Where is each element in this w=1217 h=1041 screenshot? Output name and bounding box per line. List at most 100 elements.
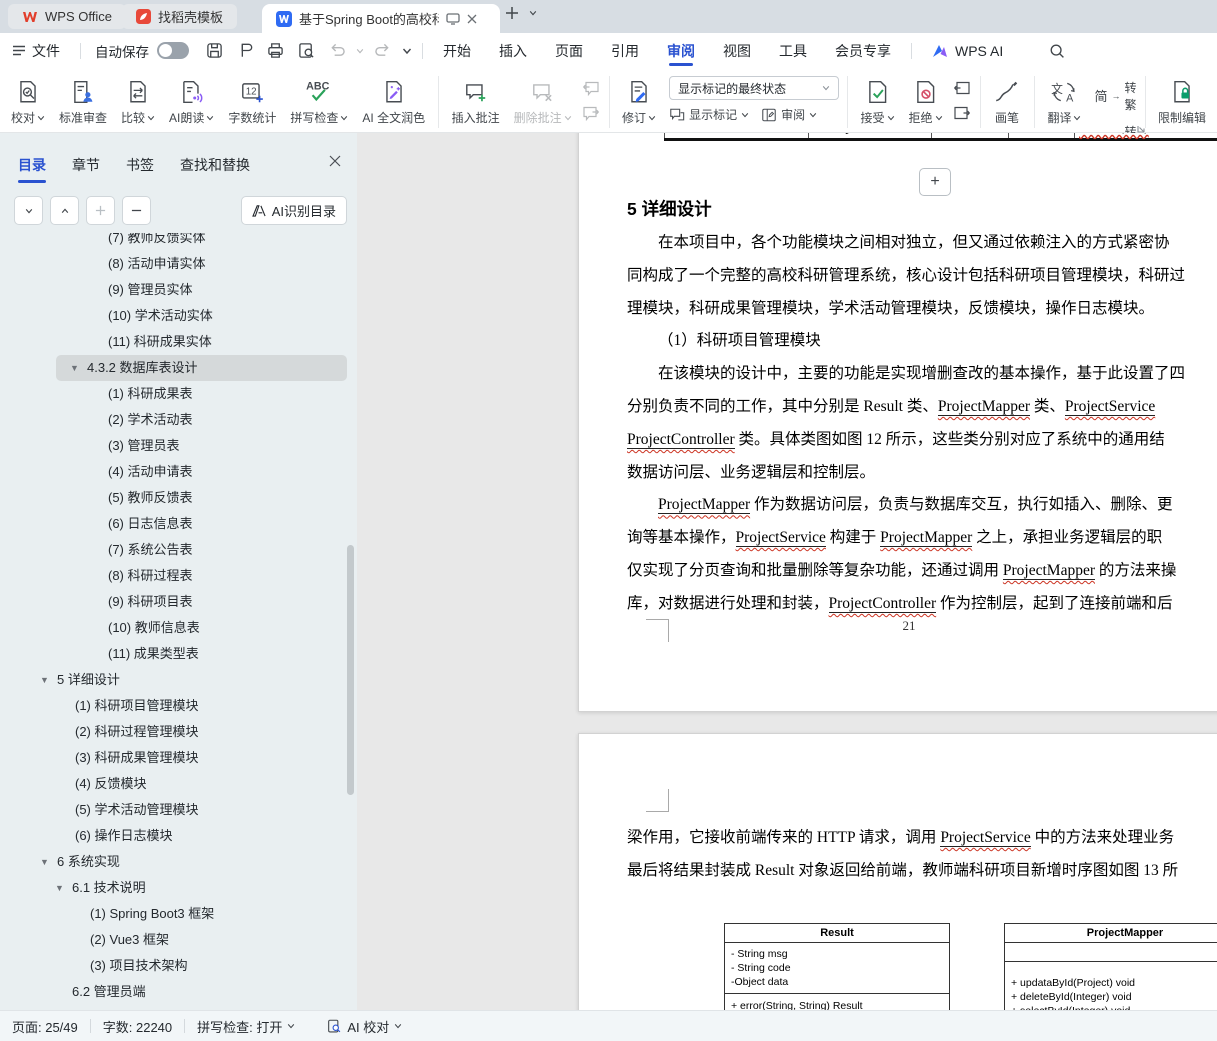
toc-item[interactable]: (5) 学术活动管理模块 [0,797,357,823]
table-cell[interactable]: 类型描述 [664,133,808,138]
tab-wps-home[interactable]: WPS Office [8,4,126,29]
toc-expand-arrow-icon[interactable]: ▼ [70,355,87,381]
spellcheck-status[interactable]: 拼写检查: 打开 [185,1017,307,1036]
menu-item[interactable]: 开始 [429,33,485,68]
toc-item[interactable]: (2) Vue3 框架 [0,927,357,953]
toc-item[interactable]: (9) 科研项目表 [0,589,357,615]
tab-docer[interactable]: 找稻壳模板 [122,4,237,29]
sidebar-tab[interactable]: 目录 [18,155,46,183]
close-tab-icon[interactable] [467,14,477,24]
toc-item[interactable]: (3) 科研成果管理模块 [0,745,357,771]
export-pdf-button[interactable] [230,42,260,59]
tab-list-chevron-icon[interactable] [529,9,537,17]
toc-item[interactable]: (4) 活动申请表 [0,459,357,485]
menu-item[interactable]: 页面 [541,33,597,68]
menu-item[interactable]: 工具 [765,33,821,68]
word-count-button[interactable]: 12 字数统计 [223,76,281,128]
to-traditional-button[interactable]: 简→ 转繁 [1094,79,1136,113]
new-tab-icon[interactable] [505,6,519,20]
markup-state-select[interactable]: 显示标记的最终状态 [669,76,839,100]
table-cell[interactable] [931,133,1008,138]
reject-button[interactable]: 拒绝 [904,76,948,128]
sidebar-scrollbar-thumb[interactable] [347,545,354,795]
table-add-row-button[interactable]: + [919,168,951,196]
toc-item[interactable]: (7) 系统公告表 [0,537,357,563]
tab-document[interactable]: 基于Spring Boot的高校科研 [262,4,500,33]
toc-item[interactable]: (2) 科研过程管理模块 [0,719,357,745]
toc-item[interactable]: ▼ 5 详细设计 [0,667,357,693]
sidebar-tab[interactable]: 章节 [72,155,100,183]
file-menu[interactable]: 文件 [0,33,74,68]
table-cell[interactable] [1008,133,1074,138]
toc-expand-arrow-icon[interactable]: ▼ [40,667,57,693]
translate-button[interactable]: 文A 翻译 [1042,76,1086,128]
toc-item[interactable]: (3) 项目技术架构 [0,953,357,979]
table-cell[interactable]: description [808,133,931,138]
toc-item[interactable]: (11) 成果类型表 [0,641,357,667]
collapse-all-button[interactable] [14,196,43,225]
proofread-button[interactable]: 校对 [6,76,50,128]
toc-item[interactable]: (8) 活动申请实体 [0,251,357,277]
document-page-2[interactable]: 梁作用，它接收前端传来的 HTTP 请求，调用 ProjectService 中… [578,733,1217,1010]
toc-item[interactable]: (9) 管理员实体 [0,277,357,303]
zoom-in-toc-button[interactable] [86,196,115,225]
sidebar-tab[interactable]: 书签 [126,155,154,183]
table-cell[interactable]: varchar(255) [1074,133,1217,138]
search-button[interactable] [1035,33,1079,68]
sidebar-close-icon[interactable] [329,155,341,167]
document-page-1[interactable]: 类型描述descriptionvarchar(255) + 5 详细设计 在本项… [578,133,1217,712]
toc-item[interactable]: (10) 教师信息表 [0,615,357,641]
toc-item[interactable]: (2) 学术活动表 [0,407,357,433]
toc-item[interactable]: 6.2 管理员端 [0,979,357,1005]
redo-button[interactable] [367,43,398,58]
show-markup-button[interactable]: 显示标记 [669,106,749,123]
menu-item[interactable]: 引用 [597,33,653,68]
toc-expand-arrow-icon[interactable]: ▼ [40,849,57,875]
expand-all-button[interactable] [50,196,79,225]
menu-item[interactable]: 审阅 [653,33,709,68]
toc-item[interactable]: (11) 科研成果实体 [0,329,357,355]
toc-item[interactable]: (10) 学术活动实体 [0,303,357,329]
sidebar-tab[interactable]: 查找和替换 [180,155,250,183]
ink-brush-button[interactable]: 画笔 [988,76,1026,128]
ai-polish-button[interactable]: AI 全文润色 [357,76,430,128]
compare-button[interactable]: 比较 [116,76,160,128]
undo-history-chevron-icon[interactable] [353,47,367,55]
zoom-out-toc-button[interactable] [122,196,151,225]
toc-item[interactable]: (5) 教师反馈表 [0,485,357,511]
review-pane-button[interactable]: 审阅 [761,106,817,123]
ai-read-aloud-button[interactable]: AI朗读 [164,76,219,128]
ai-recognize-toc-button[interactable]: AI识别目录 [241,196,347,225]
spell-check-button[interactable]: ABC 拼写检查 [285,76,353,128]
toc-item[interactable]: (6) 日志信息表 [0,511,357,537]
menu-item[interactable]: 会员专享 [821,33,905,68]
undo-button[interactable] [322,43,353,58]
next-comment-button[interactable] [581,103,601,123]
accept-button[interactable]: 接受 [856,76,900,128]
previous-comment-button[interactable] [581,78,601,98]
track-changes-button[interactable]: 修订 [617,76,661,128]
toc-item[interactable]: (1) 科研成果表 [0,381,357,407]
word-count-indicator[interactable]: 字数: 22240 [91,1017,184,1036]
autosave-toggle[interactable] [157,42,189,59]
standard-review-button[interactable]: 标准审查 [54,76,112,128]
toc-item[interactable]: ▼ 6.1 技术说明 [0,875,357,901]
save-button[interactable] [199,42,230,59]
menu-item[interactable]: 视图 [709,33,765,68]
restrict-editing-button[interactable]: 限制编辑 [1153,76,1211,128]
toc-expand-arrow-icon[interactable]: ▼ [55,875,72,901]
toc-item[interactable]: (7) 教师反馈实体 [0,233,357,251]
print-preview-button[interactable] [291,42,322,59]
toc-item[interactable]: (3) 管理员表 [0,433,357,459]
toc-item[interactable]: (1) Spring Boot3 框架 [0,901,357,927]
print-button[interactable] [260,42,291,59]
toc-item[interactable]: (1) 科研项目管理模块 [0,693,357,719]
toc-item[interactable]: ▼ 4.3.2 数据库表设计 [56,355,347,381]
ai-proofread-status[interactable]: AI 校对 [315,1017,414,1036]
insert-comment-button[interactable]: 插入批注 [447,76,505,128]
toolbar-more-chevron-icon[interactable] [398,46,416,56]
toc-item[interactable]: (8) 科研过程表 [0,563,357,589]
menu-item[interactable]: 插入 [485,33,541,68]
toc-item[interactable]: ▼ 6 系统实现 [0,849,357,875]
delete-comment-button[interactable]: 删除批注 [509,76,577,128]
